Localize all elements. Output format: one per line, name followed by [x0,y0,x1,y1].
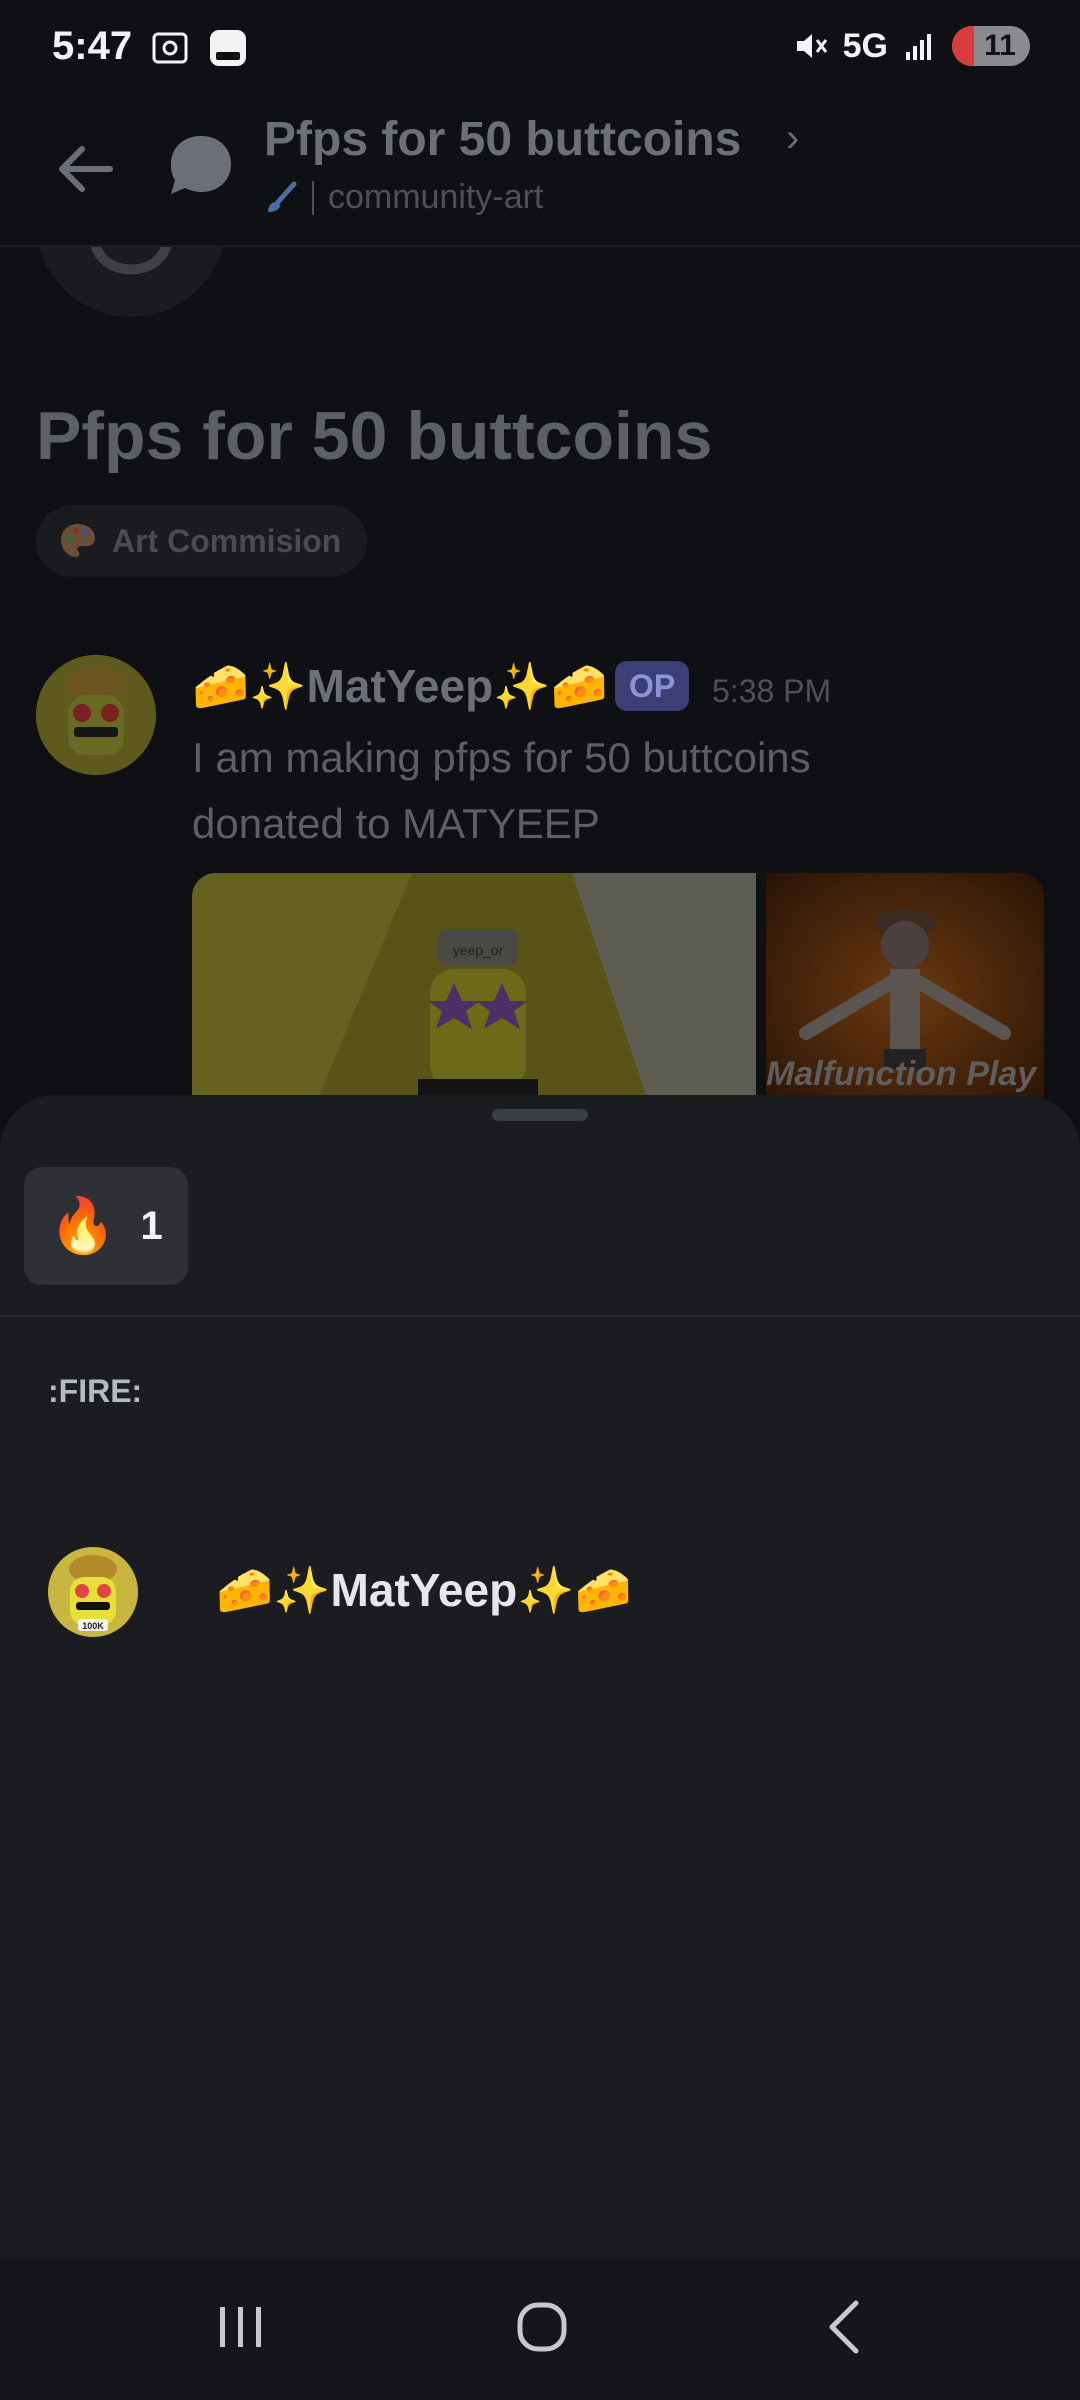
status-time: 5:47 [52,24,133,68]
attachment-image-2[interactable]: Malfunction Play [766,873,1044,1097]
thread-icon-large [36,247,226,317]
sheet-drag-handle[interactable] [492,1109,588,1121]
op-badge: OP [615,661,690,711]
reactions-sheet: 🔥 1 :FIRE: 100K 🧀✨MatYeep✨🧀 [0,1095,1080,2257]
palette-icon [61,524,95,557]
mute-icon [796,34,827,58]
app-notification-icon [210,30,246,66]
avatar-image [36,655,156,775]
emoji-name-label: :FIRE: [48,1373,143,1409]
fire-icon: 🔥 [49,1195,117,1256]
reactor-name: 🧀✨MatYeep✨🧀 [216,1564,632,1616]
recent-apps-icon[interactable] [196,2285,286,2365]
attachment-image-1-art: yeep_or [192,873,756,1097]
paintbrush-icon [268,181,297,212]
battery-indicator: 11 [952,26,1030,66]
signal-icon [906,34,931,60]
avatar-image: 100K [48,1547,138,1637]
battery-level: 11 [984,29,1016,62]
avatar-badge-text: 100K [82,1621,104,1631]
sheet-divider [0,1315,1080,1317]
thread-bubble-icon [171,136,231,194]
tag-label: Art Commision [112,522,342,559]
post-title: Pfps for 50 buttcoins [36,398,713,474]
attachment-image-2-art: Malfunction Play [766,873,1044,1097]
thread-content: Pfps for 50 buttcoins Art Commision 🧀✨Ma… [0,247,1080,1097]
channel-divider [312,180,314,215]
attachment-image-1[interactable]: yeep_or [192,873,756,1097]
image2-caption: Malfunction Play [766,1055,1038,1093]
avatar[interactable]: 100K [48,1547,138,1637]
image1-caption: yeep_or [453,942,504,958]
reaction-count: 1 [140,1203,163,1248]
tag-chip[interactable]: Art Commision [36,505,368,577]
thread-header: Pfps for 50 buttcoins › community-art [0,100,1080,247]
home-icon[interactable] [496,2285,586,2365]
arrow-left-icon[interactable] [50,134,120,204]
reaction-tab-fire[interactable]: 🔥 1 [24,1167,188,1285]
thread-bubble-icon [91,247,171,275]
screenshot-icon [152,32,188,64]
channel-name: community-art [328,178,544,216]
chevron-right-icon[interactable]: › [786,116,799,161]
message-timestamp: 5:38 PM [712,673,832,709]
header-channel[interactable]: community-art [264,178,543,217]
status-notification-icons [150,28,248,68]
message-text: I am making pfps for 50 buttcoins donate… [192,734,811,847]
status-bar: 5:47 5G 11 [0,0,1080,100]
status-system-icons: 5G 11 [793,26,1030,66]
message-author[interactable]: 🧀✨MatYeep✨🧀 [192,659,608,714]
network-label: 5G [842,26,888,65]
reactor-list-item[interactable]: 100K 🧀✨MatYeep✨🧀 [0,1535,1080,1655]
back-nav-icon[interactable] [800,2285,890,2365]
header-title[interactable]: Pfps for 50 buttcoins [264,112,741,167]
avatar[interactable] [36,655,156,775]
system-nav-bar [0,2257,1080,2400]
